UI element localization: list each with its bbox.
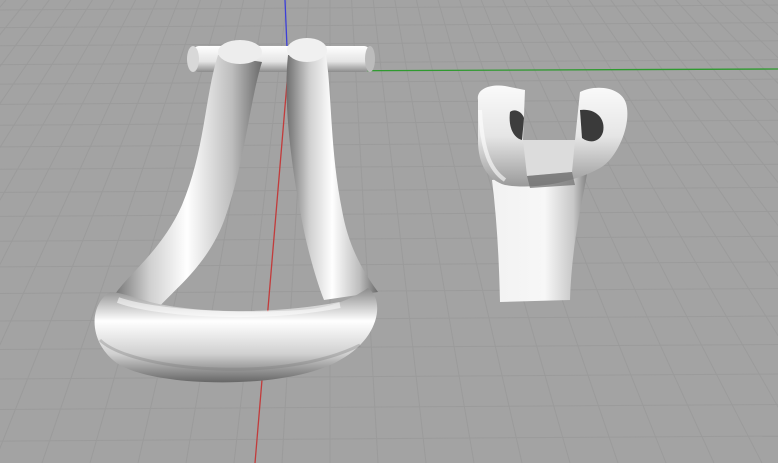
- 3d-viewport[interactable]: [0, 0, 778, 463]
- viewport-canvas[interactable]: [0, 0, 778, 463]
- hanger-slot: [523, 140, 575, 176]
- stirrup-left-arm-cap: [218, 40, 262, 64]
- stirrup-right-arm-cap: [287, 38, 327, 62]
